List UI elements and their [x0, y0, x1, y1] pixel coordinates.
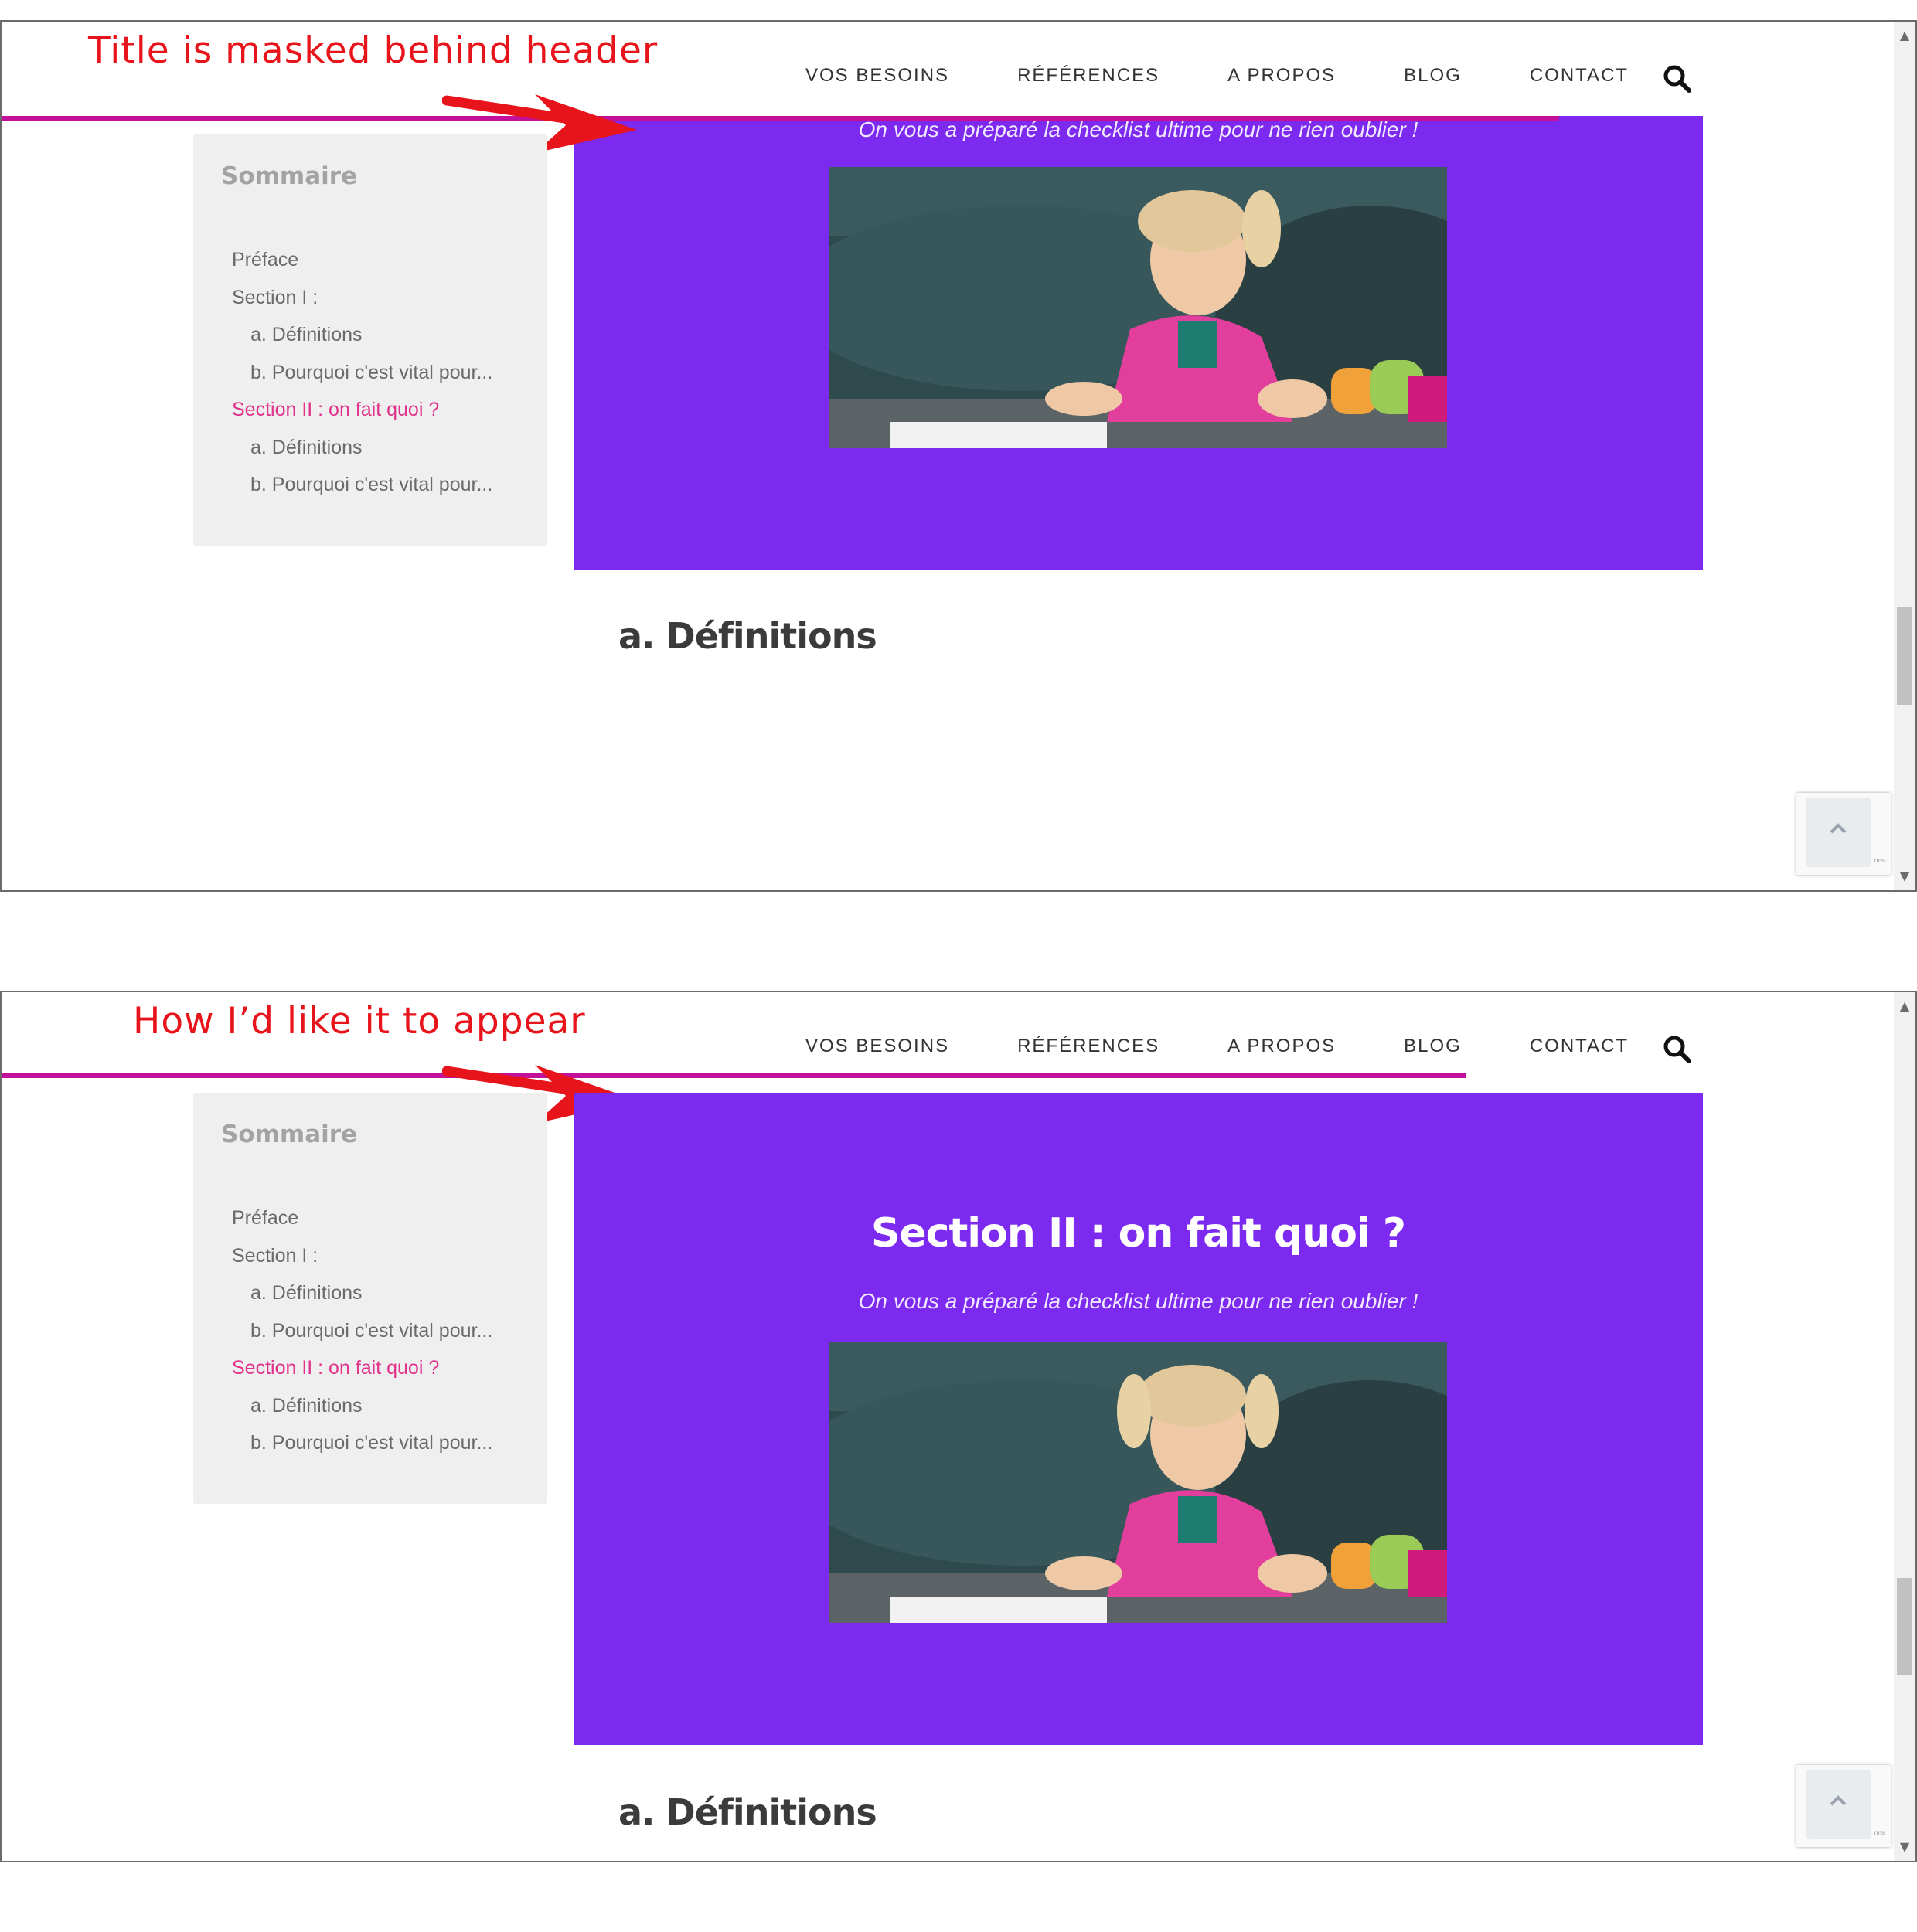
toc-item[interactable]: b. Pourquoi c'est vital pour... [193, 1424, 547, 1462]
section-title: Section II : on fait quoi ? [870, 1210, 1406, 1257]
chevron-up-icon [1830, 823, 1847, 834]
table-of-contents: Sommaire Préface Section I : a. Définiti… [193, 134, 547, 546]
nav-item-a-propos[interactable]: A PROPOS [1227, 1036, 1336, 1057]
scroll-down-arrow[interactable]: ▼ [1894, 866, 1915, 887]
section-subtitle: On vous a préparé la checklist ultime po… [858, 1289, 1418, 1313]
back-to-top-button[interactable] [1806, 1770, 1871, 1839]
content-heading: a. Définitions [618, 615, 877, 657]
nav-item-vos-besoins[interactable]: VOS BESOINS [805, 65, 949, 87]
toc-title: Sommaire [221, 1121, 358, 1148]
reaction-gif [829, 1342, 1447, 1623]
main-nav: VOS BESOINS RÉFÉRENCES A PROPOS BLOG CON… [805, 45, 1697, 107]
table-of-contents: Sommaire Préface Section I : a. Définiti… [193, 1093, 547, 1504]
toc-list: Préface Section I : a. Définitions b. Po… [193, 241, 547, 504]
toc-item-active[interactable]: Section II : on fait quoi ? [193, 1349, 547, 1387]
reaction-gif [829, 167, 1447, 448]
toc-item[interactable]: a. Définitions [193, 1274, 547, 1312]
toc-item[interactable]: Section I : [193, 279, 547, 317]
content-heading: a. Définitions [618, 1791, 877, 1833]
screenshot-before: Title is masked behind header VOS BESOIN… [0, 20, 1917, 892]
toc-item[interactable]: Section I : [193, 1237, 547, 1275]
annotation-text: How I’d like it to appear [133, 1000, 586, 1043]
search-icon[interactable] [1662, 1034, 1693, 1065]
scrollbar[interactable]: ▲ ▼ [1894, 992, 1915, 1861]
nav-item-vos-besoins[interactable]: VOS BESOINS [805, 1036, 949, 1057]
toc-list: Préface Section I : a. Définitions b. Po… [193, 1199, 547, 1462]
header-border [2, 116, 1559, 121]
nav-item-a-propos[interactable]: A PROPOS [1227, 65, 1336, 87]
nav-item-references[interactable]: RÉFÉRENCES [1017, 1036, 1159, 1057]
scrollbar-thumb[interactable] [1897, 607, 1912, 705]
toc-item[interactable]: Préface [193, 1199, 547, 1237]
toc-item[interactable]: a. Définitions [193, 429, 547, 467]
toc-item[interactable]: a. Définitions [193, 1387, 547, 1425]
toc-item[interactable]: b. Pourquoi c'est vital pour... [193, 354, 547, 392]
scroll-down-arrow[interactable]: ▼ [1894, 1836, 1915, 1858]
nav-item-contact[interactable]: CONTACT [1530, 1036, 1629, 1057]
toc-item[interactable]: a. Définitions [193, 316, 547, 354]
section-banner: On vous a préparé la checklist ultime po… [574, 116, 1703, 570]
screenshot-after: How I’d like it to appear VOS BESOINS RÉ… [0, 991, 1917, 1862]
search-icon[interactable] [1662, 63, 1693, 94]
annotation-text: Title is masked behind header [88, 29, 659, 72]
back-to-top-button[interactable] [1806, 798, 1871, 867]
toc-item[interactable]: b. Pourquoi c'est vital pour... [193, 1312, 547, 1350]
toc-item-active[interactable]: Section II : on fait quoi ? [193, 391, 547, 429]
toc-title: Sommaire [221, 162, 358, 190]
nav-item-references[interactable]: RÉFÉRENCES [1017, 65, 1159, 87]
chevron-up-icon [1830, 1795, 1847, 1806]
main-nav: VOS BESOINS RÉFÉRENCES A PROPOS BLOG CON… [805, 1015, 1697, 1077]
nav-item-blog[interactable]: BLOG [1404, 65, 1462, 87]
nav-item-blog[interactable]: BLOG [1404, 1036, 1462, 1057]
toc-item[interactable]: b. Pourquoi c'est vital pour... [193, 466, 547, 504]
recaptcha-text: rms [1874, 857, 1885, 864]
nav-item-contact[interactable]: CONTACT [1530, 65, 1629, 87]
scrollbar[interactable]: ▲ ▼ [1894, 22, 1915, 890]
scrollbar-thumb[interactable] [1897, 1578, 1912, 1675]
scroll-up-arrow[interactable]: ▲ [1894, 995, 1915, 1017]
recaptcha-text: rms [1874, 1829, 1885, 1836]
toc-item[interactable]: Préface [193, 241, 547, 279]
section-banner: Section II : on fait quoi ? On vous a pr… [574, 1093, 1703, 1745]
header-border [2, 1073, 1466, 1078]
scroll-up-arrow[interactable]: ▲ [1894, 25, 1915, 46]
